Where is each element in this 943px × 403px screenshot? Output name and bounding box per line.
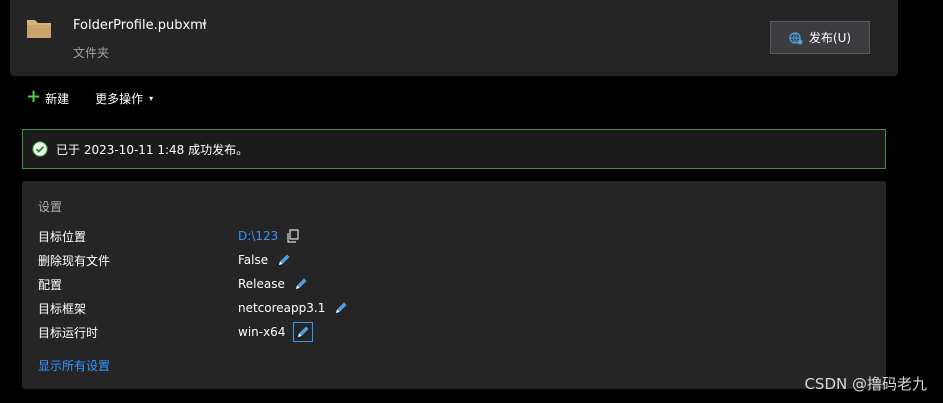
settings-title: 设置 — [38, 200, 63, 214]
profile-name[interactable]: FolderProfile.pubxml — [73, 18, 206, 33]
setting-row-target-framework: 目标框架 netcoreapp3.1 — [38, 299, 349, 317]
edit-pencil-icon[interactable] — [293, 322, 314, 342]
show-all-settings-link[interactable]: 显示所有设置 — [38, 357, 110, 374]
publish-success-message: 已于 2023-10-11 1:48 成功发布。 — [56, 142, 249, 157]
target-location-link[interactable]: D:\123 — [238, 229, 278, 243]
folder-icon — [27, 20, 51, 38]
edit-pencil-icon[interactable] — [333, 300, 349, 316]
publish-button-label: 发布(U) — [808, 31, 852, 45]
plus-icon: + — [26, 86, 42, 107]
setting-value: win-x64 — [238, 325, 286, 339]
copy-icon[interactable] — [286, 229, 300, 243]
setting-value: Release — [238, 277, 285, 291]
chevron-down-icon: ▾ — [149, 93, 154, 103]
setting-key: 配置 — [38, 277, 63, 292]
new-button-label: 新建 — [45, 91, 70, 106]
success-check-icon — [32, 141, 48, 157]
publish-globe-icon — [789, 31, 803, 44]
more-actions-button[interactable]: 更多操作 ▾ — [95, 90, 153, 107]
publish-button[interactable]: 发布(U) — [770, 21, 870, 54]
profile-dropdown-caret-icon[interactable]: ▾ — [202, 20, 207, 30]
setting-row-target-runtime: 目标运行时 win-x64 — [38, 322, 314, 342]
setting-value: netcoreapp3.1 — [238, 301, 326, 315]
setting-key: 目标框架 — [38, 301, 87, 316]
setting-key: 删除现有文件 — [38, 253, 111, 268]
watermark: CSDN @撸码老九 — [804, 375, 927, 393]
setting-row-configuration: 配置 Release — [38, 275, 309, 293]
profile-type-label: 文件夹 — [73, 46, 110, 60]
setting-row-target-location: 目标位置 D:\123 — [38, 227, 300, 245]
new-button[interactable]: + 新建 — [26, 86, 70, 107]
settings-panel: 设置 目标位置 D:\123 删除现有文件 False 配置 Release 目… — [22, 181, 886, 389]
setting-key: 目标运行时 — [38, 325, 99, 340]
setting-value: False — [238, 253, 269, 267]
setting-key: 目标位置 — [38, 229, 87, 244]
edit-pencil-icon[interactable] — [293, 276, 309, 292]
profile-header: FolderProfile.pubxml ▾ 文件夹 发布(U) — [10, 0, 898, 76]
edit-pencil-icon[interactable] — [276, 252, 292, 268]
publish-success-banner: 已于 2023-10-11 1:48 成功发布。 — [22, 129, 886, 169]
toolbar: + 新建 更多操作 ▾ — [26, 88, 153, 108]
more-actions-label: 更多操作 — [95, 91, 144, 106]
setting-row-delete-existing: 删除现有文件 False — [38, 251, 292, 269]
